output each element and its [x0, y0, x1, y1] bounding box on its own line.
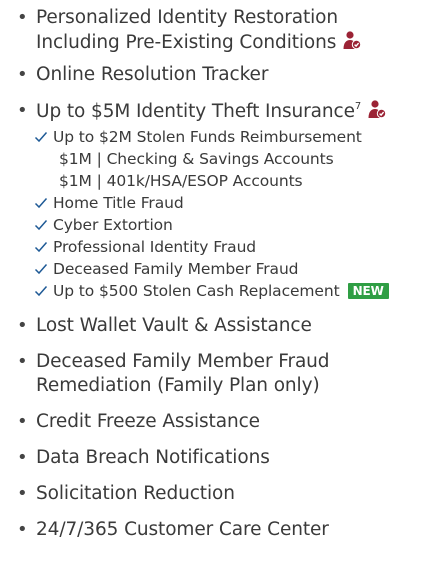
bullet: • — [17, 351, 28, 372]
feature-text: Remediation (Family Plan only) — [36, 375, 320, 396]
feature-text: Deceased Family Member Fraud — [36, 351, 330, 372]
list-item: • Data Breach Notifications — [14, 446, 438, 470]
check-icon — [34, 242, 48, 253]
sub-list-item: Up to $2M Stolen Funds Reimbursement — [34, 126, 438, 148]
sub-list-item: Deceased Family Member Fraud — [34, 258, 438, 280]
feature-list: • Personalized Identity Restoration Incl… — [0, 0, 438, 540]
bullet: • — [17, 64, 28, 85]
feature-text: Personalized Identity Restoration — [36, 7, 338, 28]
bullet: • — [17, 519, 28, 540]
list-item: • Online Resolution Tracker — [14, 63, 438, 87]
feature-text: Up to $5M Identity Theft Insurance — [36, 101, 355, 122]
person-icon — [343, 31, 362, 50]
list-item: • Lost Wallet Vault & Assistance — [14, 314, 438, 338]
bullet: • — [17, 411, 28, 432]
sub-list-item: Home Title Fraud — [34, 192, 438, 214]
list-item: • Credit Freeze Assistance — [14, 410, 438, 434]
new-badge: NEW — [347, 283, 389, 299]
feature-text: Including Pre-Existing Conditions — [36, 32, 337, 53]
feature-text: 24/7/365 Customer Care Center — [36, 519, 329, 540]
sub-item-text: $1M | Checking & Savings Accounts — [59, 150, 334, 168]
sub-item-text: Deceased Family Member Fraud — [53, 260, 299, 278]
sub-item-text: $1M | 401k/HSA/ESOP Accounts — [59, 172, 303, 190]
feature-text: Lost Wallet Vault & Assistance — [36, 315, 312, 336]
feature-text: Data Breach Notifications — [36, 447, 270, 468]
bullet: • — [17, 315, 28, 336]
list-item: • Deceased Family Member Fraud Remediati… — [14, 350, 438, 398]
check-icon — [34, 132, 48, 143]
sub-list-item: Cyber Extortion — [34, 214, 438, 236]
sub-list-item: $1M | 401k/HSA/ESOP Accounts — [34, 170, 438, 192]
sub-item-text: Up to $500 Stolen Cash Replacement — [53, 282, 340, 300]
bullet: • — [17, 7, 28, 28]
sub-list-item: $1M | Checking & Savings Accounts — [34, 148, 438, 170]
sub-list-item: Professional Identity Fraud — [34, 236, 438, 258]
bullet: • — [17, 447, 28, 468]
check-icon — [34, 220, 48, 231]
check-icon — [34, 264, 48, 275]
bullet: • — [17, 100, 28, 121]
sub-item-text: Professional Identity Fraud — [53, 238, 257, 256]
feature-text: Credit Freeze Assistance — [36, 411, 260, 432]
sub-item-text: Cyber Extortion — [53, 216, 173, 234]
list-item: • 24/7/365 Customer Care Center — [14, 518, 438, 542]
sub-item-text: Home Title Fraud — [53, 194, 184, 212]
list-item: • Personalized Identity Restoration Incl… — [14, 6, 438, 55]
feature-text: Solicitation Reduction — [36, 483, 235, 504]
list-item: • Solicitation Reduction — [14, 482, 438, 506]
sub-item-text: Up to $2M Stolen Funds Reimbursement — [53, 128, 362, 146]
feature-text: Online Resolution Tracker — [36, 64, 269, 85]
check-icon — [34, 198, 48, 209]
footnote-marker: 7 — [354, 101, 362, 112]
list-item: • Up to $5M Identity Theft Insurance7 Up… — [14, 99, 438, 302]
check-icon — [34, 286, 48, 297]
bullet: • — [17, 483, 28, 504]
person-icon — [368, 100, 387, 119]
sub-list-item: Up to $500 Stolen Cash Replacement NEW — [34, 280, 438, 302]
insurance-sublist: Up to $2M Stolen Funds Reimbursement $1M… — [34, 126, 438, 302]
feature-list-panel: • Personalized Identity Restoration Incl… — [0, 0, 438, 581]
